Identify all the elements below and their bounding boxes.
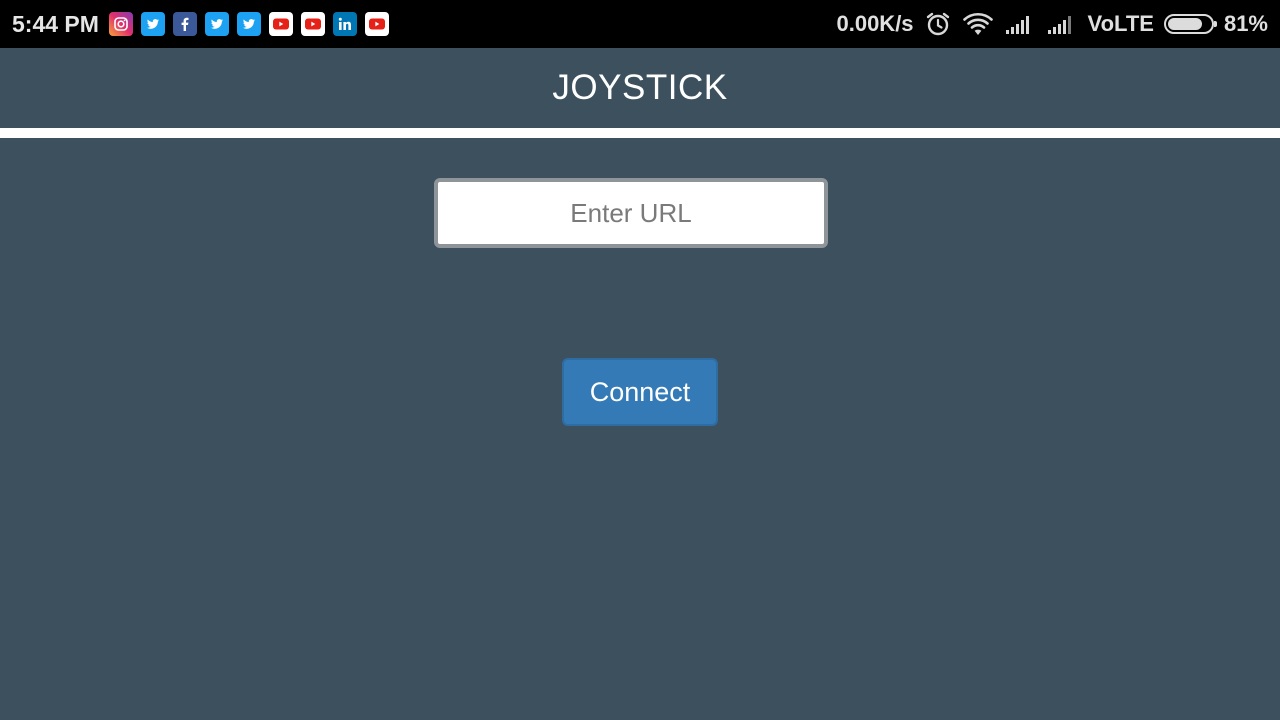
page-title: JOYSTICK [552, 68, 728, 107]
connect-button[interactable]: Connect [562, 358, 718, 426]
url-input[interactable] [434, 178, 828, 248]
twitter-icon [236, 12, 261, 36]
wifi-icon [962, 11, 994, 37]
youtube-icon [364, 12, 389, 36]
status-right: 0.00K/s VoLTE 81% [836, 10, 1268, 38]
signal-icon [1046, 12, 1078, 36]
twitter-icon [204, 12, 229, 36]
status-bar: 5:44 PM 0.00K/s VoLTE 81% [0, 0, 1280, 48]
signal-icon [1004, 12, 1036, 36]
twitter-icon [140, 12, 165, 36]
battery-level [1167, 18, 1202, 30]
instagram-icon [108, 12, 133, 36]
notification-icons [108, 12, 389, 36]
alarm-icon [924, 10, 952, 38]
status-time: 5:44 PM [12, 10, 99, 37]
linkedin-icon [332, 12, 357, 36]
youtube-icon [268, 12, 293, 36]
network-type: VoLTE [1087, 11, 1154, 36]
app-bar: JOYSTICK [0, 48, 1280, 128]
battery-icon [1163, 14, 1217, 34]
network-speed: 0.00K/s [836, 11, 914, 36]
header-divider [0, 128, 1280, 138]
battery-percent: 81% [1223, 11, 1268, 36]
youtube-icon [300, 12, 325, 36]
facebook-icon [172, 12, 197, 36]
